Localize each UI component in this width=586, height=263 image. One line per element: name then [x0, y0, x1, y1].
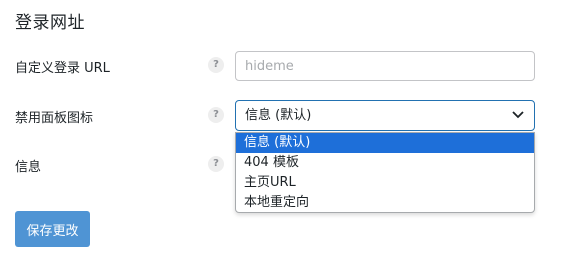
help-icon[interactable]: ? [208, 156, 224, 172]
dropdown-option[interactable]: 主页URL [236, 173, 534, 193]
disabled-panel-select[interactable]: 信息 (默认) [235, 100, 535, 131]
select-value: 信息 (默认) [245, 108, 312, 123]
custom-login-input[interactable] [235, 51, 535, 81]
section-title: 登录网址 [15, 13, 85, 33]
settings-panel: 登录网址 自定义登录 URL ? 禁用面板图标 ? 信息 (默认) 信息 (默认… [0, 0, 586, 263]
dropdown-option[interactable]: 信息 (默认) [236, 133, 534, 153]
save-button[interactable]: 保存更改 [15, 211, 90, 247]
custom-login-label: 自定义登录 URL [15, 61, 110, 76]
dropdown-option[interactable]: 本地重定向 [236, 193, 534, 212]
select-dropdown: 信息 (默认) 404 模板 主页URL 本地重定向 [235, 132, 535, 213]
help-icon[interactable]: ? [208, 107, 224, 123]
disabled-panel-label: 禁用面板图标 [15, 111, 94, 126]
dropdown-option[interactable]: 404 模板 [236, 153, 534, 173]
chevron-down-icon [512, 101, 524, 119]
info-label: 信息 [15, 160, 42, 175]
help-icon[interactable]: ? [208, 57, 224, 73]
